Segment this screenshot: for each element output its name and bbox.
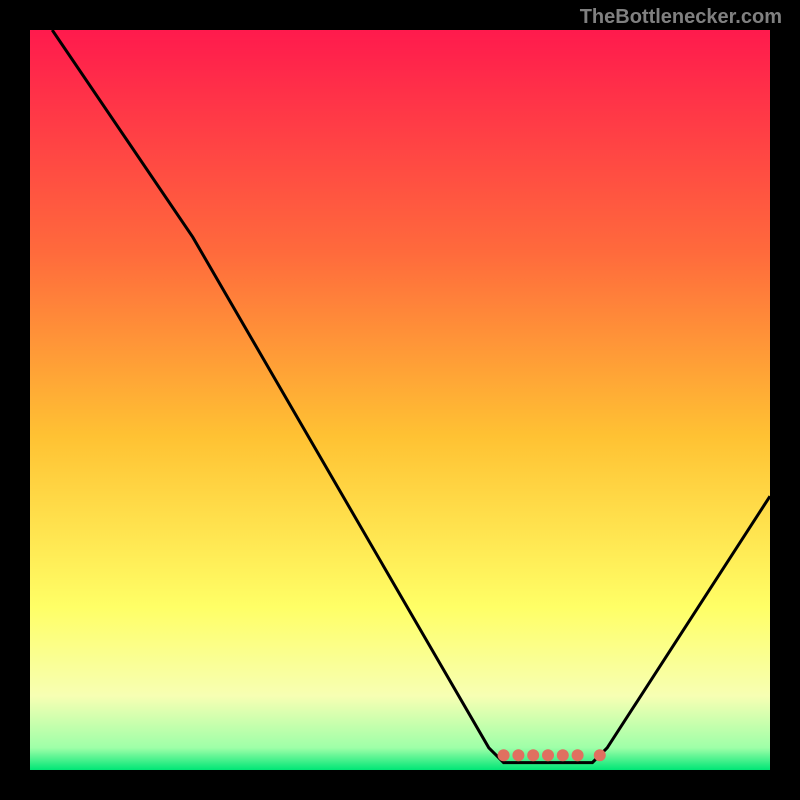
marker-point	[512, 749, 524, 761]
marker-point	[527, 749, 539, 761]
marker-point	[542, 749, 554, 761]
watermark-text: TheBottleneсker.com	[580, 6, 782, 29]
marker-point	[557, 749, 569, 761]
marker-point	[572, 749, 584, 761]
chart-background	[30, 30, 770, 770]
chart-svg	[30, 30, 770, 770]
marker-point	[594, 749, 606, 761]
marker-point	[498, 749, 510, 761]
chart-container	[30, 30, 770, 770]
